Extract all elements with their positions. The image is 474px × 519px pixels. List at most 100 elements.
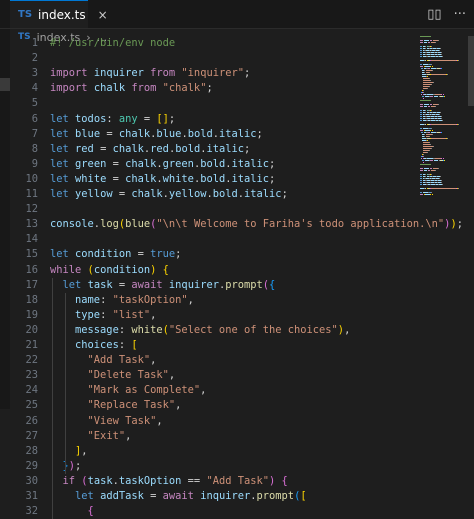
minimap-segment [429, 66, 431, 67]
minimap-segment [423, 82, 434, 83]
vertical-scrollbar[interactable] [468, 36, 474, 106]
minimap-segment [435, 170, 437, 171]
code-token: { [269, 278, 276, 291]
code-line: 25 "Replace Task", [10, 398, 418, 413]
code-text: message: white("Select one of the choice… [50, 323, 350, 338]
minimap-segment [425, 70, 433, 71]
activity-strip [0, 0, 10, 409]
code-token: = [106, 157, 126, 170]
minimap[interactable] [420, 36, 466, 206]
minimap-segment [420, 116, 422, 117]
minimap-segment [430, 174, 432, 175]
code-token: name [75, 293, 101, 306]
more-actions-icon[interactable]: ··· [454, 7, 466, 22]
split-editor-icon[interactable]: ▯▯ [427, 7, 441, 22]
line-number: 2 [31, 52, 38, 65]
line-number: 18 [25, 293, 38, 306]
minimap-segment [430, 110, 432, 111]
code-line: 26 "View Task", [10, 414, 418, 429]
typescript-icon: TS [18, 9, 33, 20]
code-token: ; [269, 157, 276, 170]
code-token: { [87, 505, 94, 518]
minimap-segment [420, 178, 422, 179]
minimap-segment [431, 148, 432, 149]
code-line: 8 let red = chalk.red.bold.italic; [10, 142, 418, 157]
minimap-segment [430, 160, 434, 161]
code-token: ; [269, 172, 276, 185]
minimap-segment [430, 138, 446, 139]
code-token: , [150, 354, 157, 367]
code-token: ; [244, 142, 251, 155]
minimap-segment [420, 120, 422, 121]
code-token: choices [75, 339, 119, 351]
code-token: blue [125, 218, 151, 231]
minimap-segment [442, 184, 444, 185]
minimap-segment [431, 194, 433, 195]
code-text: let todos: any = []; [50, 112, 175, 127]
code-line: 13 console.log(blue("\n\t Welcome to Fari… [10, 217, 462, 232]
minimap-segment [429, 130, 431, 131]
minimap-segment [442, 56, 444, 57]
line-number: 14 [25, 233, 38, 246]
line-number: 1 [31, 37, 38, 49]
minimap-segment [423, 98, 425, 99]
code-token: from [131, 82, 157, 95]
code-token: chalk [131, 188, 163, 200]
code-token: let [50, 188, 69, 200]
minimap-segment [431, 192, 433, 193]
code-text: type: "list", [50, 308, 156, 323]
code-line: 6 let todos: any = []; [10, 112, 418, 127]
code-token: log [100, 218, 119, 231]
code-token: , [81, 444, 88, 457]
code-token: inquirer [93, 67, 144, 80]
close-icon[interactable]: × [98, 8, 108, 22]
line-number: 16 [25, 263, 38, 276]
minimap-segment [424, 40, 429, 41]
code-token: yellow [168, 188, 207, 200]
minimap-segment [458, 124, 459, 125]
code-token: let [75, 490, 94, 502]
code-token: chalk [125, 157, 157, 170]
code-line: 24 "Mark as Complete", [10, 383, 418, 398]
line-number: 24 [25, 384, 38, 397]
indent-guide [52, 277, 53, 519]
code-token: await [131, 278, 163, 291]
line-number: 17 [25, 278, 38, 291]
line-number: 21 [25, 339, 38, 351]
minimap-segment [420, 128, 422, 129]
minimap-segment [420, 106, 424, 107]
line-number: 19 [25, 308, 38, 321]
code-text: let condition = true; [50, 247, 181, 262]
tab-index-ts[interactable]: TS index.ts × [10, 0, 108, 28]
code-line: 1 #! /usr/bin/env node [10, 36, 418, 51]
minimap-segment [424, 170, 428, 171]
code-token: italic [244, 188, 282, 200]
code-token: : [100, 293, 113, 306]
code-text: "Delete Task", [50, 368, 176, 383]
line-number: 10 [25, 172, 38, 185]
minimap-segment [440, 94, 442, 95]
code-text: "Add Task", [50, 353, 157, 368]
minimap-segment [423, 92, 425, 93]
code-token: chalk [118, 127, 151, 140]
code-token: ; [175, 248, 182, 261]
minimap-segment [430, 46, 432, 47]
code-token: type [75, 308, 101, 321]
minimap-segment [420, 182, 422, 183]
code-token: : [118, 323, 132, 336]
code-token: task [87, 474, 113, 487]
code-token: white [162, 172, 194, 185]
code-token: from [150, 67, 176, 80]
minimap-segment [426, 152, 428, 153]
minimap-segment [435, 106, 437, 107]
minimap-segment [420, 118, 422, 119]
code-text: if (task.taskOption == "Add Task") { [50, 474, 288, 489]
code-editor[interactable]: 1 #! /usr/bin/env node 2 3 import inquirer f… [10, 36, 463, 519]
code-token: condition [93, 263, 151, 276]
code-token: italic [231, 172, 270, 185]
line-number: 4 [31, 82, 38, 95]
code-token: "taskOption" [112, 293, 188, 306]
minimap-segment [438, 114, 440, 115]
